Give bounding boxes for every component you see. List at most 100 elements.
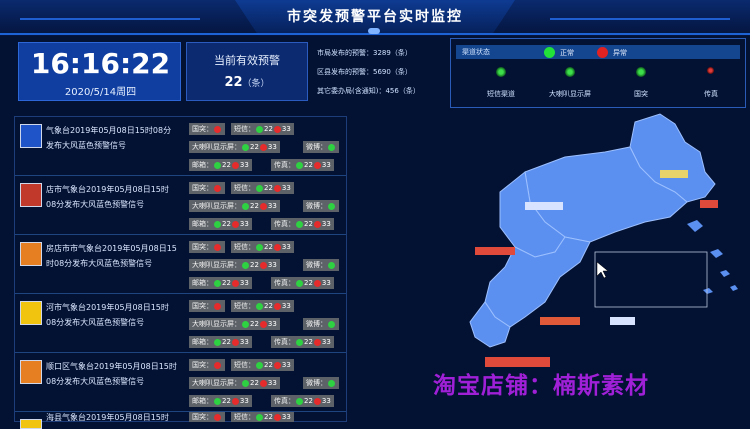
region-map[interactable] xyxy=(455,112,745,372)
chip-bad-count: 33 xyxy=(281,243,291,251)
status-bad-icon xyxy=(214,302,221,310)
legend-normal-dot xyxy=(544,47,555,58)
legend-abnormal-label: 异常 xyxy=(613,49,627,57)
active-warnings-panel: 当前有效预警 22（条） xyxy=(186,42,308,101)
chip-bad-count: 33 xyxy=(267,379,277,387)
clock-date: 2020/5/14周四 xyxy=(64,87,137,98)
map-warning-marker[interactable] xyxy=(610,317,635,325)
status-bad-icon xyxy=(313,279,321,287)
warning-text: 河市气象台2019年05月08日15时 08分发布大风蓝色预警信号 xyxy=(46,300,191,330)
status-ok-icon xyxy=(214,338,221,346)
chip-bad-count: 33 xyxy=(267,261,277,269)
warning-line2: 发布大风蓝色预警信号 xyxy=(46,141,126,150)
chip-guotu: 国突： xyxy=(189,300,225,312)
warning-text: 顺口区气象台2019年05月08日15时 08分发布大风蓝色预警信号 xyxy=(46,359,191,389)
chip-bad-count: 33 xyxy=(239,338,249,346)
warning-signal-icon xyxy=(20,242,42,266)
status-bad-icon xyxy=(273,184,281,192)
chip-ok-count: 22 xyxy=(250,379,259,387)
chip-bad-count: 33 xyxy=(281,302,291,310)
stat-district: 区县发布的预警：5690（条） xyxy=(317,68,412,76)
chip-ok-count: 22 xyxy=(304,338,313,346)
map-warning-marker[interactable] xyxy=(660,170,688,178)
status-ok-icon xyxy=(242,320,249,328)
status-bad-icon xyxy=(231,161,239,169)
status-ok-icon xyxy=(214,220,221,228)
map-island-4[interactable] xyxy=(730,285,738,291)
chip-label: 邮箱： xyxy=(192,397,213,405)
warning-line1: 顺口区气象台2019年05月08日15时 xyxy=(46,362,177,371)
chip-email: 邮箱： 22 33 xyxy=(189,277,252,289)
map-focus-box xyxy=(594,251,708,308)
map-warning-marker[interactable] xyxy=(475,247,515,255)
status-ok-icon xyxy=(296,279,303,287)
warning-row[interactable]: 顺口区气象台2019年05月08日15时 08分发布大风蓝色预警信号 国突： 短信… xyxy=(15,353,346,412)
map-warning-marker[interactable] xyxy=(525,202,563,210)
chip-fax: 传真： 22 33 xyxy=(271,277,334,289)
chip-speaker: 大喇叭显示屏： 22 33 xyxy=(189,200,280,212)
warning-row[interactable]: 海县气象台2019年05月08日15时 国突： 短信： 22 33 xyxy=(15,410,346,429)
status-ok-icon xyxy=(328,379,335,387)
chip-label: 微博： xyxy=(306,143,327,151)
chip-label: 微博： xyxy=(306,202,327,210)
chip-fax: 传真： 22 33 xyxy=(271,336,334,348)
chip-sms: 短信： 22 33 xyxy=(231,241,294,253)
chip-ok-count: 22 xyxy=(304,397,313,405)
active-count-value: 22 xyxy=(224,75,243,90)
chip-label: 微博： xyxy=(306,379,327,387)
warning-row[interactable]: 河市气象台2019年05月08日15时 08分发布大风蓝色预警信号 国突： 短信：… xyxy=(15,294,346,353)
status-bad-icon xyxy=(231,338,239,346)
chip-guotu: 国突： xyxy=(189,241,225,253)
chip-ok-count: 22 xyxy=(264,302,273,310)
warning-text: 店市气象台2019年05月08日15时 08分发布大风蓝色预警信号 xyxy=(46,182,191,212)
warning-line1: 房店市市气象台2019年05月08日15 xyxy=(46,244,177,253)
warning-list[interactable]: 气象台2019年05月08日15时08分 发布大风蓝色预警信号 国突： 短信： 22… xyxy=(14,116,347,429)
chip-label: 邮箱： xyxy=(192,338,213,346)
chip-bad-count: 33 xyxy=(281,184,291,192)
warning-signal-icon xyxy=(20,183,42,207)
chip-guotu: 国突： xyxy=(189,123,225,135)
status-ok-icon xyxy=(242,379,249,387)
status-ok-icon xyxy=(328,261,335,269)
chip-bad-count: 33 xyxy=(321,220,331,228)
map-island-5[interactable] xyxy=(703,288,713,294)
status-ok-icon xyxy=(328,202,335,210)
map-warning-marker[interactable] xyxy=(700,200,718,208)
channel-status-title: 渠道状态 xyxy=(462,48,490,56)
map-island-1[interactable] xyxy=(687,220,703,232)
warning-text: 海县气象台2019年05月08日15时 xyxy=(46,410,191,425)
chip-fax: 传真： 22 33 xyxy=(271,395,334,407)
status-bad-icon xyxy=(231,220,239,228)
chip-email: 邮箱： 22 33 xyxy=(189,218,252,230)
chip-ok-count: 22 xyxy=(264,413,273,421)
watermark-text: 淘宝店铺：楠斯素材 xyxy=(433,373,649,399)
chip-ok-count: 22 xyxy=(264,125,273,133)
chip-speaker: 大喇叭显示屏： 22 33 xyxy=(189,318,280,330)
status-ok-icon xyxy=(256,125,263,133)
warning-line1: 气象台2019年05月08日15时08分 xyxy=(46,126,172,135)
map-island-2[interactable] xyxy=(710,249,723,258)
active-warnings-count: 22（条） xyxy=(187,75,307,90)
chip-ok-count: 22 xyxy=(264,243,273,251)
status-bad-icon xyxy=(214,413,221,421)
status-bad-icon xyxy=(313,338,321,346)
legend-normal-label: 正常 xyxy=(560,49,574,57)
stat-city: 市局发布的预警：3289（条） xyxy=(317,49,412,57)
chip-sms: 短信： 22 33 xyxy=(231,123,294,135)
chip-label: 传真： xyxy=(274,338,295,346)
warning-row[interactable]: 房店市市气象台2019年05月08日15 时08分发布大风蓝色预警信号 国突： 短… xyxy=(15,235,346,294)
chip-label: 短信： xyxy=(234,243,255,251)
status-bad-icon xyxy=(273,243,281,251)
chip-fax: 传真： 22 33 xyxy=(271,218,334,230)
chip-wechat: 微博： xyxy=(303,200,339,212)
status-ok-icon xyxy=(256,243,263,251)
map-island-3[interactable] xyxy=(720,270,730,277)
warning-row[interactable]: 气象台2019年05月08日15时08分 发布大风蓝色预警信号 国突： 短信： 22… xyxy=(15,117,346,176)
chip-bad-count: 33 xyxy=(321,338,331,346)
map-warning-marker[interactable] xyxy=(540,317,580,325)
chip-label: 微博： xyxy=(306,320,327,328)
chip-sms: 短信： 22 33 xyxy=(231,359,294,371)
warning-row[interactable]: 店市气象台2019年05月08日15时 08分发布大风蓝色预警信号 国突： 短信：… xyxy=(15,176,346,235)
chip-fax: 传真： 22 33 xyxy=(271,159,334,171)
clock-time: 16:16:22 xyxy=(30,47,171,80)
